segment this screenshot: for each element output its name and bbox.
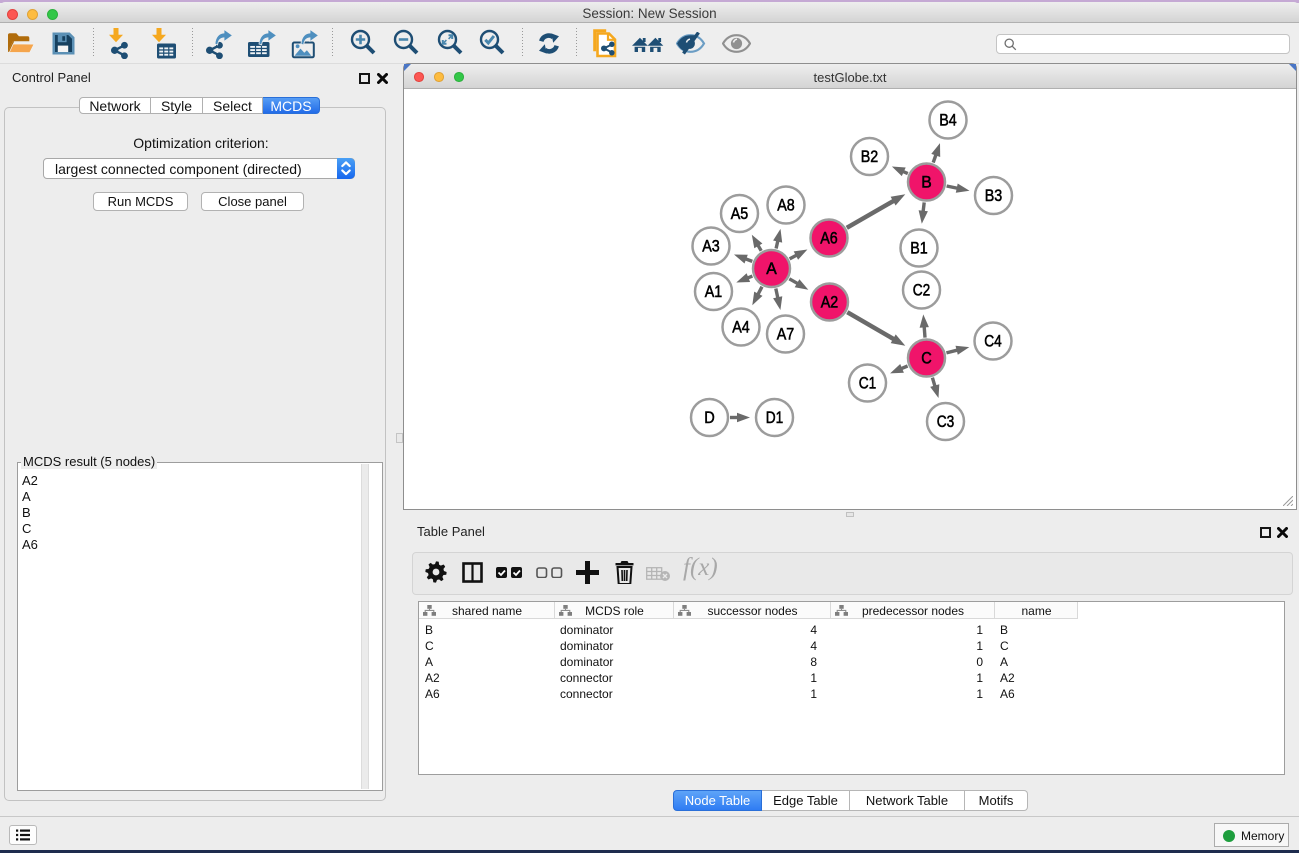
svg-text:B3: B3: [985, 187, 1003, 205]
svg-text:D1: D1: [766, 409, 784, 427]
svg-text:B: B: [921, 174, 932, 192]
svg-text:A6: A6: [820, 230, 838, 248]
svg-text:A7: A7: [777, 326, 795, 344]
svg-text:B2: B2: [861, 148, 879, 166]
svg-text:B4: B4: [939, 112, 957, 130]
svg-text:C3: C3: [937, 413, 955, 431]
svg-text:D: D: [704, 409, 715, 427]
svg-text:A3: A3: [702, 238, 720, 256]
svg-text:A1: A1: [705, 283, 723, 301]
svg-text:A5: A5: [731, 205, 749, 223]
svg-text:B1: B1: [910, 240, 928, 258]
svg-text:A8: A8: [777, 197, 795, 215]
svg-text:C1: C1: [859, 375, 877, 393]
svg-text:A4: A4: [732, 319, 750, 337]
svg-text:A2: A2: [821, 294, 839, 312]
svg-text:A: A: [766, 260, 777, 278]
svg-text:C2: C2: [913, 282, 931, 300]
svg-text:C4: C4: [984, 333, 1002, 351]
svg-text:C: C: [921, 350, 932, 368]
